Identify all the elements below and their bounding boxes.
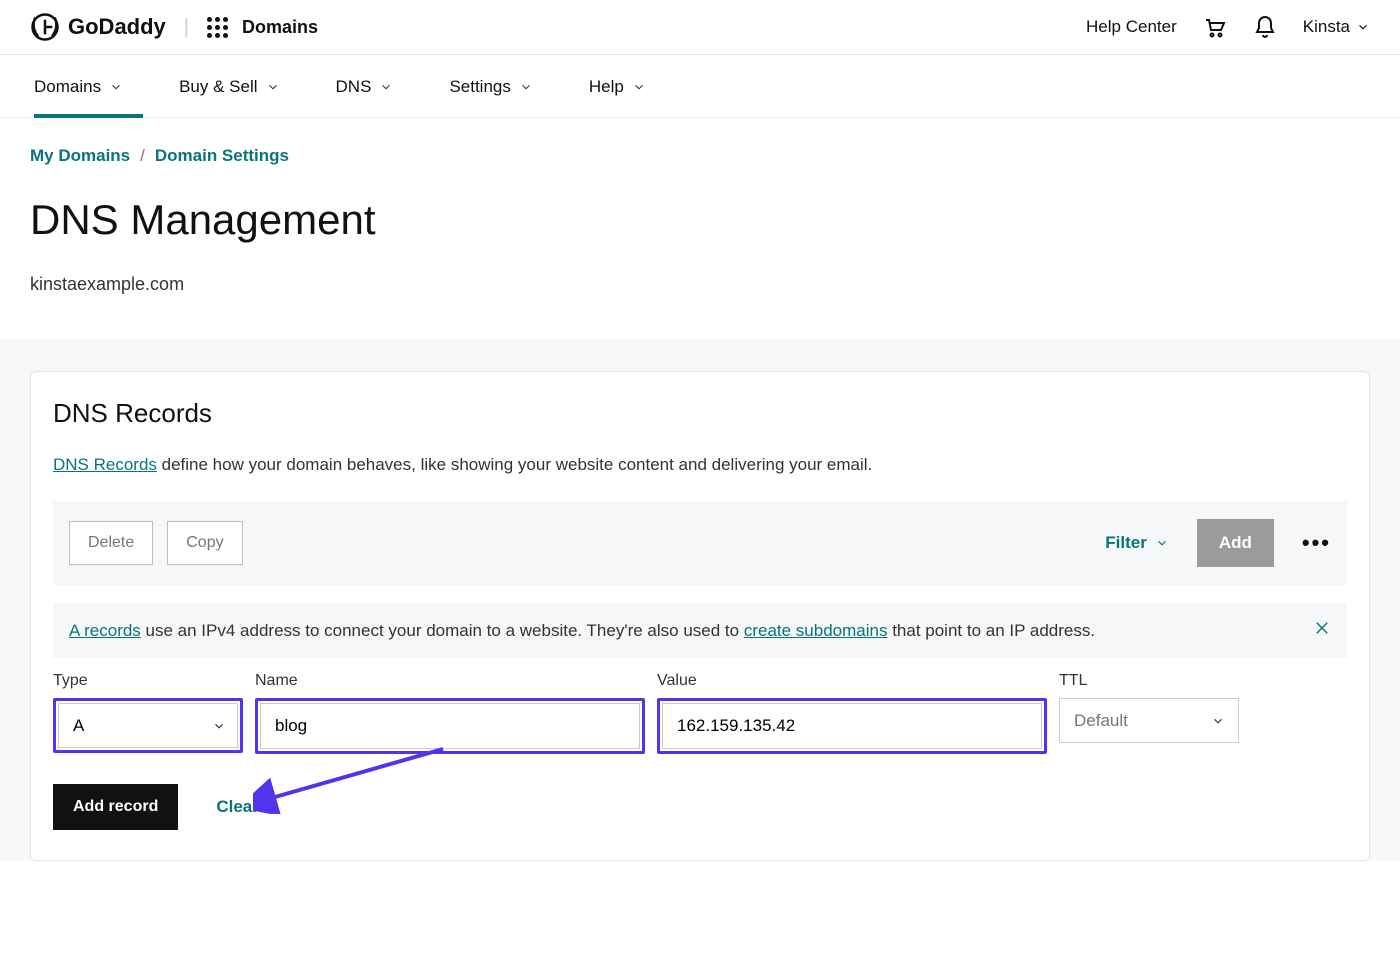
name-column: Name [255,672,645,754]
chevron-down-icon [266,80,280,94]
card-description-text: define how your domain behaves, like sho… [157,455,872,474]
chevron-down-icon [1155,536,1169,550]
breadcrumb: My Domains / Domain Settings [30,146,1370,166]
page-title: DNS Management [30,196,1370,244]
info-text-2: that point to an IP address. [887,621,1095,640]
filter-dropdown[interactable]: Filter [1105,533,1169,553]
divider: | [184,16,189,39]
breadcrumb-domain-settings[interactable]: Domain Settings [155,146,289,166]
nav-settings-label: Settings [449,77,510,97]
record-form: Type A Name Value [53,672,1347,784]
bell-icon[interactable] [1253,15,1277,39]
nav-domains[interactable]: Domains [34,55,123,117]
dns-records-help-link[interactable]: DNS Records [53,455,157,474]
card-description: DNS Records define how your domain behav… [53,455,1347,475]
brand-name: GoDaddy [68,14,166,40]
create-subdomains-link[interactable]: create subdomains [744,621,888,640]
chevron-down-icon [109,80,123,94]
clear-link[interactable]: Clear [216,797,259,817]
info-banner: A records use an IPv4 address to connect… [53,603,1347,658]
ttl-select[interactable]: Default [1059,698,1239,743]
nav-buy-sell[interactable]: Buy & Sell [179,55,279,117]
nav-help[interactable]: Help [589,55,646,117]
secondary-nav: Domains Buy & Sell DNS Settings Help [0,55,1400,118]
nav-buy-sell-label: Buy & Sell [179,77,257,97]
name-label: Name [255,672,645,690]
domain-name: kinstaexample.com [30,274,1370,295]
copy-button[interactable]: Copy [167,521,242,565]
nav-help-label: Help [589,77,624,97]
type-select[interactable]: A [58,703,238,748]
godaddy-logo[interactable]: GoDaddy [30,12,166,42]
cart-icon[interactable] [1203,15,1227,39]
card-title: DNS Records [53,398,1347,429]
name-input[interactable] [260,703,640,749]
add-button[interactable]: Add [1197,519,1274,567]
user-name: Kinsta [1303,17,1350,37]
main-area: DNS Records DNS Records define how your … [0,339,1400,861]
info-banner-text: A records use an IPv4 address to connect… [69,621,1095,641]
close-icon[interactable] [1313,619,1331,642]
breadcrumb-separator: / [140,146,145,166]
records-toolbar: Delete Copy Filter Add ••• [53,501,1347,585]
info-text-1: use an IPv4 address to connect your doma… [141,621,744,640]
more-menu-icon[interactable]: ••• [1302,530,1331,556]
add-record-button[interactable]: Add record [53,784,178,830]
header-right: Help Center Kinsta [1086,15,1370,39]
user-menu[interactable]: Kinsta [1303,17,1370,37]
toolbar-right: Filter Add ••• [1105,519,1331,567]
nav-domains-label: Domains [34,77,101,97]
apps-grid-icon[interactable] [207,17,228,38]
value-field-wrap [657,698,1047,754]
ttl-field-wrap: Default [1059,698,1239,743]
name-field-wrap [255,698,645,754]
nav-dns[interactable]: DNS [336,55,394,117]
ttl-column: TTL Default [1059,672,1239,754]
a-records-link[interactable]: A records [69,621,141,640]
chevron-down-icon [632,80,646,94]
value-input[interactable] [662,703,1042,749]
breadcrumb-my-domains[interactable]: My Domains [30,146,130,166]
ttl-label: TTL [1059,672,1239,690]
value-label: Value [657,672,1047,690]
nav-settings[interactable]: Settings [449,55,532,117]
chevron-down-icon [519,80,533,94]
nav-dns-label: DNS [336,77,372,97]
value-column: Value [657,672,1047,754]
godaddy-logo-icon [30,12,60,42]
header-context[interactable]: Domains [242,17,318,38]
filter-label: Filter [1105,533,1147,553]
page-head: My Domains / Domain Settings DNS Managem… [0,118,1400,339]
type-label: Type [53,672,243,690]
delete-button[interactable]: Delete [69,521,153,565]
type-column: Type A [53,672,243,754]
type-field-wrap: A [53,698,243,753]
chevron-down-icon [379,80,393,94]
chevron-down-icon [1356,20,1370,34]
action-row: Add record Clear [53,784,1347,830]
top-header: GoDaddy | Domains Help Center Kinsta [0,0,1400,55]
help-center-link[interactable]: Help Center [1086,17,1177,37]
dns-records-card: DNS Records DNS Records define how your … [30,371,1370,861]
